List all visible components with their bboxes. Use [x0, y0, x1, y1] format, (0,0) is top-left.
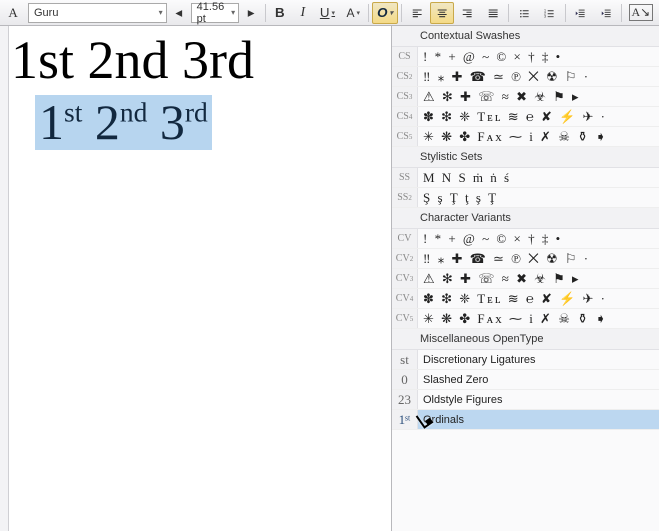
- chevron-down-icon: ▾: [231, 8, 235, 17]
- section-character-variants: Character Variants: [392, 208, 659, 229]
- separator: [565, 4, 566, 22]
- align-right-button[interactable]: [455, 2, 479, 24]
- charvar-row-cv5[interactable]: CV5✳ ❋ ✤ Fᴀx ⁓ i ✗ ☠ ⚱ ➧: [392, 309, 659, 329]
- align-justify-button[interactable]: [481, 2, 505, 24]
- section-misc-opentype: Miscellaneous OpenType: [392, 329, 659, 350]
- font-prev-button[interactable]: ◂: [168, 2, 190, 24]
- formatting-toolbar: A Guru ▾ ◂ 41.56 pt ▾ ▸ B I U A O 123 A↘: [0, 0, 659, 26]
- font-size-value: 41.56 pt: [197, 1, 231, 25]
- section-stylistic-sets: Stylistic Sets: [392, 147, 659, 168]
- swash-row-cs5[interactable]: CS5✳ ❋ ✤ Fᴀx ⁓ i ✗ ☠ ⚱ ➧: [392, 127, 659, 147]
- separator: [368, 4, 369, 22]
- bold-button[interactable]: B: [269, 2, 291, 24]
- opentype-panel: Contextual Swashes CS! * + @ ~ © × † ‡ •…: [391, 26, 659, 531]
- italic-button[interactable]: I: [292, 2, 314, 24]
- indent-button[interactable]: [594, 2, 618, 24]
- feature-slashed-zero[interactable]: 0Slashed Zero: [392, 370, 659, 390]
- swash-row-cs[interactable]: CS! * + @ ~ © × † ‡ •: [392, 47, 659, 67]
- font-size-combo[interactable]: 41.56 pt ▾: [191, 3, 239, 23]
- align-left-button[interactable]: [405, 2, 429, 24]
- outdent-button[interactable]: [568, 2, 592, 24]
- feature-discretionary-ligatures[interactable]: stDiscretionary Ligatures: [392, 350, 659, 370]
- feature-ordinals[interactable]: 1ˢᵗOrdinals: [392, 410, 659, 430]
- vertical-ruler: [0, 26, 9, 531]
- charvar-row-cv4[interactable]: CV4✽ ❇ ❈ Tᴇʟ ≋ ℮ ✘ ⚡ ✈ ·: [392, 289, 659, 309]
- styleset-row-ss2[interactable]: SS2Ş ş Ţ ţ ş Ţ: [392, 188, 659, 208]
- selected-text: 1st 2nd 3rd: [35, 95, 212, 150]
- separator: [401, 4, 402, 22]
- align-center-button[interactable]: [430, 2, 454, 24]
- bullet-list-button[interactable]: [512, 2, 536, 24]
- swash-row-cs2[interactable]: CS2‼ ⁎ ✚ ☎ ≃ ℗ ⨉ ☢ ⚐ ·: [392, 67, 659, 87]
- swash-row-cs4[interactable]: CS4✽ ❇ ❈ Tᴇʟ ≋ ℮ ✘ ⚡ ✈ ·: [392, 107, 659, 127]
- swash-row-cs3[interactable]: CS3⚠ ✻ ✚ ☏ ≈ ✖ ☣ ⚑ ▸: [392, 87, 659, 107]
- separator: [265, 4, 266, 22]
- separator: [508, 4, 509, 22]
- svg-text:3: 3: [544, 14, 546, 18]
- separator: [621, 4, 622, 22]
- charvar-row-cv[interactable]: CV! * + @ ~ © × † ‡ •: [392, 229, 659, 249]
- feature-oldstyle-figures[interactable]: 23Oldstyle Figures: [392, 390, 659, 410]
- underline-button[interactable]: U: [315, 2, 340, 24]
- section-contextual-swashes: Contextual Swashes: [392, 26, 659, 47]
- number-list-button[interactable]: 123: [537, 2, 561, 24]
- chevron-down-icon: ▾: [159, 8, 163, 17]
- opentype-features-button[interactable]: O: [372, 2, 398, 24]
- font-name-combo[interactable]: Guru ▾: [28, 3, 167, 23]
- size-next-button[interactable]: ▸: [240, 2, 262, 24]
- charvar-row-cv3[interactable]: CV3⚠ ✻ ✚ ☏ ≈ ✖ ☣ ⚑ ▸: [392, 269, 659, 289]
- styleset-row-ss[interactable]: SSM N S ṁ ṅ ś: [392, 168, 659, 188]
- charvar-row-cv2[interactable]: CV2‼ ⁎ ✚ ☎ ≃ ℗ ⨉ ☢ ⚐ ·: [392, 249, 659, 269]
- font-name-value: Guru: [34, 7, 58, 19]
- char-dialog-button[interactable]: A↘: [625, 2, 657, 24]
- char-color-button[interactable]: A: [341, 2, 365, 24]
- font-color-button[interactable]: A: [2, 2, 24, 24]
